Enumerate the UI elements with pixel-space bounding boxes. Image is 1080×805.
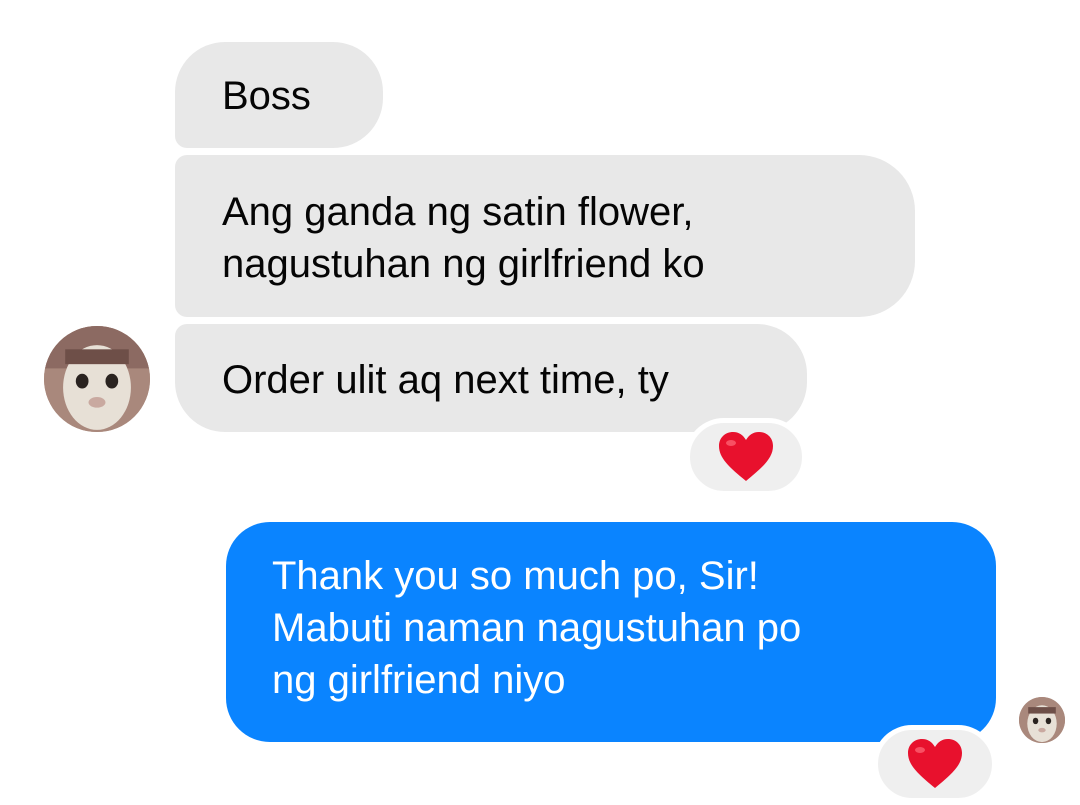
message-text: ng girlfriend niyo: [272, 658, 566, 702]
contact-avatar[interactable]: [44, 326, 150, 432]
message-text: Thank you so much po, Sir!: [272, 554, 759, 598]
incoming-message-2[interactable]: Ang ganda ng satin flower, nagustuhan ng…: [175, 155, 915, 317]
message-text: Mabuti naman nagustuhan po: [272, 606, 802, 650]
avatar-image: [44, 326, 150, 432]
avatar-image: [1019, 697, 1065, 743]
message-reaction[interactable]: [685, 418, 807, 496]
red-heart-icon: [719, 432, 773, 481]
message-text: Order ulit aq next time, ty: [222, 358, 669, 402]
read-receipt-avatar: [1019, 697, 1065, 743]
message-reaction[interactable]: [873, 725, 997, 803]
incoming-message-3[interactable]: Order ulit aq next time, ty: [175, 324, 807, 432]
outgoing-message-1[interactable]: Thank you so much po, Sir! Mabuti naman …: [226, 522, 996, 742]
message-text: nagustuhan ng girlfriend ko: [222, 242, 705, 286]
chat-thread: Boss Ang ganda ng satin flower, nagustuh…: [0, 0, 1080, 805]
incoming-message-1[interactable]: Boss: [175, 42, 383, 148]
message-text: Boss: [222, 74, 311, 118]
red-heart-icon: [908, 739, 962, 788]
message-text: Ang ganda ng satin flower,: [222, 190, 694, 234]
